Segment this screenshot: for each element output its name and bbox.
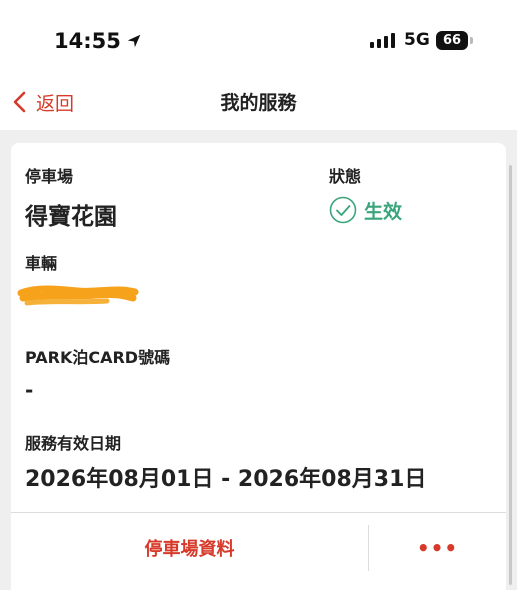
location-arrow-icon <box>127 34 141 48</box>
scrollbar[interactable] <box>509 165 512 585</box>
validity-label: 服務有效日期 <box>25 434 122 453</box>
clock-time: 14:55 <box>54 29 121 53</box>
battery-cap <box>470 37 473 44</box>
status-badge: 生效 <box>329 196 402 224</box>
battery-icon: 66 <box>436 31 468 50</box>
parkcard-label: PARK泊CARD號碼 <box>25 348 171 367</box>
battery-level: 66 <box>442 33 462 48</box>
status-label: 狀態 <box>329 167 362 186</box>
vehicle-label: 車輛 <box>25 254 58 273</box>
status-value: 生效 <box>364 200 403 223</box>
divider <box>11 512 506 513</box>
check-circle-icon <box>329 196 357 224</box>
signal-icon <box>370 32 395 48</box>
network-type: 5G <box>404 30 430 50</box>
redacted-plate <box>17 285 139 306</box>
more-button[interactable]: ••• <box>369 525 506 571</box>
carpark-label: 停車場 <box>25 167 74 186</box>
clock: 14:55 <box>54 29 143 53</box>
page-title: 我的服務 <box>220 92 297 114</box>
validity-value: 2026年08月01日 - 2026年08月31日 <box>25 467 427 492</box>
screen: 14:55 5G 66 返回 我的服務 停車場 得寶花園 狀態 生效 車輛 PA… <box>0 0 517 590</box>
status-bar: 14:55 5G 66 <box>0 0 517 78</box>
carpark-value: 得寶花園 <box>25 204 117 230</box>
service-card: 停車場 得寶花園 狀態 生效 車輛 PARK泊CARD號碼 - 服務有效日期 2… <box>11 143 506 590</box>
parkcard-value: - <box>25 378 34 402</box>
nav-bar: 返回 我的服務 <box>0 78 517 130</box>
carpark-info-button[interactable]: 停車場資料 <box>11 525 368 571</box>
